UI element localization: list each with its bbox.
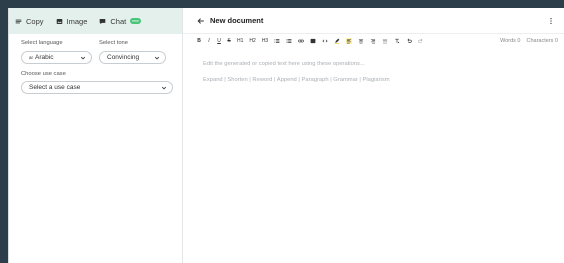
word-counter: Words 0 Characters 0 [500, 38, 564, 44]
editor-header: New document [183, 8, 564, 34]
underline-button[interactable]: U [217, 38, 221, 44]
image-insert-button[interactable] [310, 38, 316, 44]
bold-button[interactable]: B [197, 38, 201, 44]
justify-button[interactable] [382, 38, 388, 44]
options-form: Select language Select tone ar Arabic Con… [9, 34, 182, 94]
align-right-icon [371, 38, 376, 43]
redo-icon [418, 38, 423, 43]
tab-chat-label: Chat [110, 16, 127, 26]
tab-copy-label: Copy [26, 16, 44, 26]
align-center-button[interactable] [358, 38, 364, 44]
link-button[interactable] [298, 38, 305, 44]
use-case-placeholder: Select a use case [29, 84, 81, 91]
align-center-icon [359, 38, 364, 43]
back-arrow-icon[interactable] [197, 17, 205, 25]
tab-image[interactable]: Image [56, 16, 88, 26]
use-case-label: Choose use case [21, 71, 66, 77]
tab-copy[interactable]: Copy [15, 17, 44, 26]
tone-select[interactable]: Convincing [99, 51, 166, 64]
chevron-down-icon [80, 56, 86, 59]
clear-format-button[interactable] [394, 38, 400, 44]
language-value: Arabic [35, 54, 54, 61]
image-icon [310, 38, 316, 43]
new-badge: new [130, 18, 141, 24]
h2-button[interactable]: H2 [249, 38, 255, 44]
sidebar: Copy Image Chat new Select language Sele… [9, 8, 183, 263]
editor-panel: New document B I U S H1 H2 H3 Words 0 Ch… [183, 8, 564, 263]
tab-chat[interactable]: Chat new [99, 16, 141, 26]
h1-button[interactable]: H1 [237, 38, 243, 44]
tab-image-label: Image [66, 16, 88, 26]
chat-icon [100, 18, 106, 24]
align-right-button[interactable] [370, 38, 376, 44]
code-button[interactable] [322, 38, 328, 44]
editor-hint: Edit the generated or copied text here u… [203, 61, 365, 67]
align-left-button[interactable] [346, 37, 353, 44]
highlight-button[interactable] [334, 38, 340, 44]
chevron-down-icon [161, 86, 167, 89]
more-options-icon[interactable] [548, 17, 554, 25]
numbered-list-button[interactable] [286, 38, 292, 44]
tone-value: Convincing [107, 54, 140, 61]
clear-format-icon [395, 38, 400, 43]
align-left-icon [346, 37, 353, 44]
h3-button[interactable]: H3 [262, 38, 268, 44]
image-icon [56, 18, 62, 24]
code-icon [322, 39, 328, 42]
undo-button[interactable] [406, 38, 412, 44]
italic-button[interactable]: I [207, 38, 211, 44]
numbered-list-icon [286, 38, 292, 43]
chevron-down-icon [154, 56, 160, 59]
tone-label: Select tone [99, 40, 129, 46]
strikethrough-button[interactable]: S [227, 38, 231, 44]
document-title[interactable]: New document [210, 16, 263, 25]
format-toolbar: B I U S H1 H2 H3 Words 0 Characters 0 [183, 34, 564, 47]
language-label: Select language [21, 40, 63, 46]
language-select[interactable]: ar Arabic [21, 51, 92, 64]
operations-list: Expand | Shorten | Reword | Append | Par… [203, 77, 390, 83]
words-count: Words 0 [500, 37, 521, 44]
bullet-list-button[interactable] [274, 38, 280, 44]
characters-count: Characters 0 [526, 37, 559, 44]
mode-tabs: Copy Image Chat new [9, 8, 182, 34]
editor-area[interactable]: Edit the generated or copied text here u… [183, 47, 564, 83]
pen-icon [334, 38, 340, 44]
language-code: ar [29, 55, 34, 60]
bullet-list-icon [274, 38, 280, 43]
app-window: Copy Image Chat new Select language Sele… [8, 8, 564, 263]
link-icon [298, 39, 305, 42]
undo-icon [407, 38, 412, 43]
use-case-select[interactable]: Select a use case [21, 81, 173, 94]
redo-button[interactable] [418, 38, 424, 44]
lines-icon [15, 19, 22, 23]
justify-icon [383, 38, 388, 43]
